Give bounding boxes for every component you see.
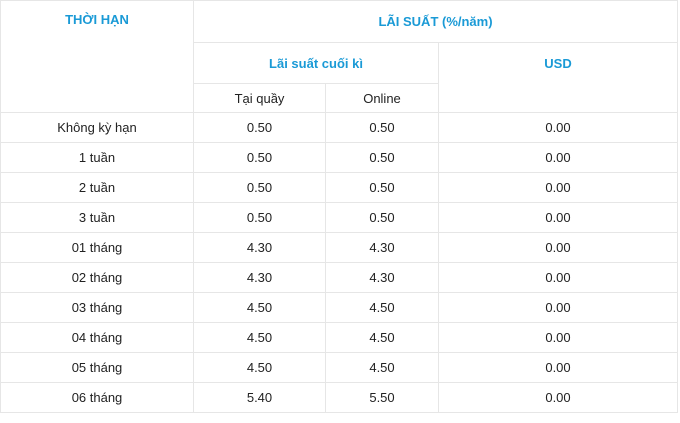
table-row: 3 tuần 0.50 0.50 0.00 (0, 202, 678, 233)
cell-counter: 0.50 (193, 142, 326, 173)
cell-counter: 4.30 (193, 232, 326, 263)
cell-usd: 0.00 (438, 322, 678, 353)
cell-term: Không kỳ hạn (0, 112, 194, 143)
term-header: THỜI HẠN (0, 0, 194, 113)
table-row: 03 tháng 4.50 4.50 0.00 (0, 292, 678, 323)
cell-term: 1 tuần (0, 142, 194, 173)
table-row: 1 tuần 0.50 0.50 0.00 (0, 142, 678, 173)
end-of-term-header: Lãi suất cuối kì (193, 42, 439, 84)
online-header: Online (325, 83, 439, 113)
cell-term: 02 tháng (0, 262, 194, 293)
cell-counter: 0.50 (193, 202, 326, 233)
table-row: 04 tháng 4.50 4.50 0.00 (0, 322, 678, 353)
cell-online: 4.50 (325, 352, 439, 383)
cell-online: 4.30 (325, 232, 439, 263)
cell-usd: 0.00 (438, 172, 678, 203)
table-row: Không kỳ hạn 0.50 0.50 0.00 (0, 112, 678, 143)
counter-header: Tại quầy (193, 83, 326, 113)
cell-counter: 0.50 (193, 172, 326, 203)
cell-term: 01 tháng (0, 232, 194, 263)
cell-counter: 4.30 (193, 262, 326, 293)
cell-usd: 0.00 (438, 262, 678, 293)
cell-counter: 4.50 (193, 352, 326, 383)
cell-usd: 0.00 (438, 382, 678, 413)
cell-usd: 0.00 (438, 202, 678, 233)
cell-online: 4.30 (325, 262, 439, 293)
cell-counter: 4.50 (193, 322, 326, 353)
cell-online: 5.50 (325, 382, 439, 413)
cell-term: 05 tháng (0, 352, 194, 383)
cell-usd: 0.00 (438, 232, 678, 263)
cell-online: 0.50 (325, 112, 439, 143)
usd-header: USD (438, 42, 678, 113)
cell-term: 04 tháng (0, 322, 194, 353)
cell-usd: 0.00 (438, 352, 678, 383)
cell-term: 03 tháng (0, 292, 194, 323)
cell-term: 06 tháng (0, 382, 194, 413)
cell-usd: 0.00 (438, 142, 678, 173)
rate-header: LÃI SUẤT (%/năm) (193, 0, 678, 43)
cell-term: 3 tuần (0, 202, 194, 233)
cell-usd: 0.00 (438, 112, 678, 143)
cell-usd: 0.00 (438, 292, 678, 323)
table-row: 06 tháng 5.40 5.50 0.00 (0, 382, 678, 413)
interest-rate-table: THỜI HẠN LÃI SUẤT (%/năm) Lãi suất cuối … (0, 0, 678, 413)
cell-counter: 0.50 (193, 112, 326, 143)
cell-counter: 4.50 (193, 292, 326, 323)
table-row: 01 tháng 4.30 4.30 0.00 (0, 232, 678, 263)
cell-online: 0.50 (325, 202, 439, 233)
cell-online: 0.50 (325, 172, 439, 203)
cell-counter: 5.40 (193, 382, 326, 413)
table-row: 2 tuần 0.50 0.50 0.00 (0, 172, 678, 203)
table-row: 02 tháng 4.30 4.30 0.00 (0, 262, 678, 293)
cell-term: 2 tuần (0, 172, 194, 203)
cell-online: 0.50 (325, 142, 439, 173)
cell-online: 4.50 (325, 322, 439, 353)
cell-online: 4.50 (325, 292, 439, 323)
table-row: 05 tháng 4.50 4.50 0.00 (0, 352, 678, 383)
